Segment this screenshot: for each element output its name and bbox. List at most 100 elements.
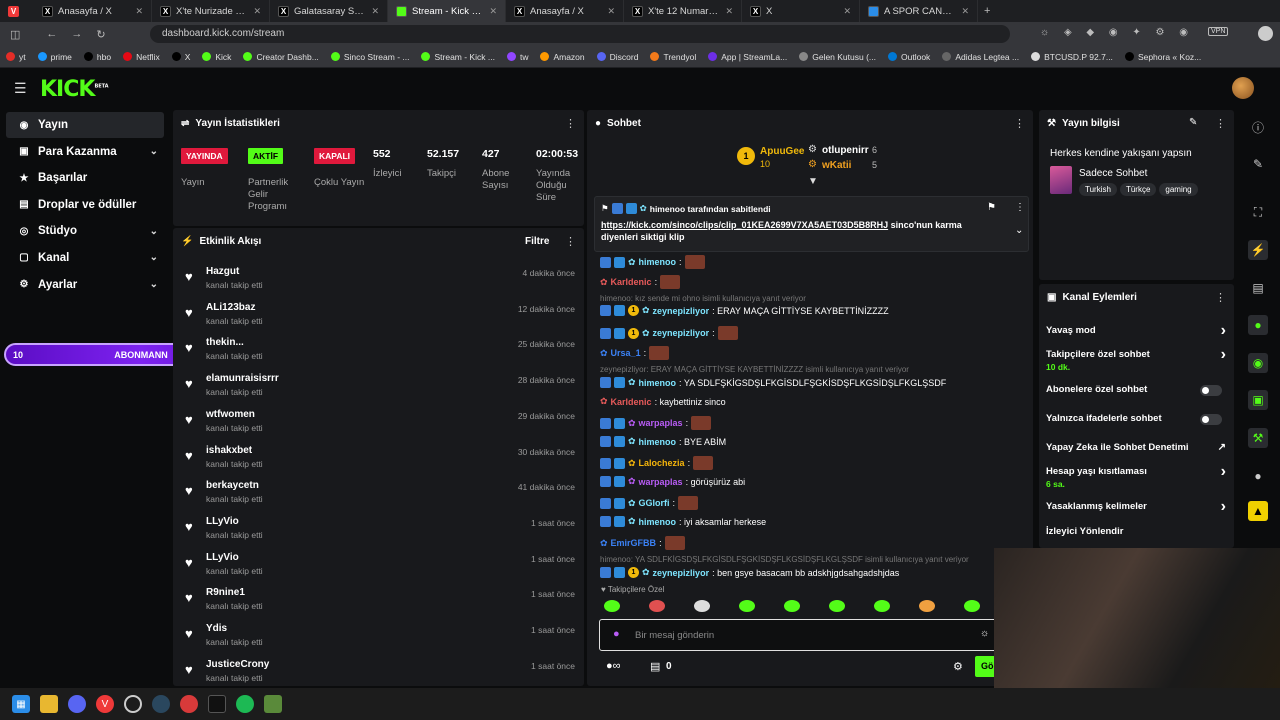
close-tab-icon[interactable]: ✕ (843, 6, 851, 17)
browser-tab[interactable]: X X ✕ (742, 0, 860, 22)
feed-item[interactable]: ♥ ishakxbet kanalı takip etti 30 dakika önc… (185, 445, 575, 475)
chat-username[interactable]: warpaplas (639, 418, 683, 428)
bookmark-item[interactable]: Amazon (540, 52, 585, 62)
bookmark-item[interactable]: Trendyol (650, 52, 696, 62)
hamburger-icon[interactable]: ☰ (14, 80, 27, 97)
bolt-icon[interactable]: ⚡ (1248, 240, 1268, 260)
extension-icons[interactable]: ☼ ◈ ◆ ◉ ✦ ⚙ ◉ (1040, 27, 1194, 38)
feed-username[interactable]: ishakxbet (206, 445, 252, 456)
bookmark-item[interactable]: Discord (596, 52, 638, 62)
close-tab-icon[interactable]: ✕ (253, 6, 261, 17)
emote-picker-icon[interactable]: ☼ (980, 628, 989, 639)
bookmark-item[interactable]: tw (506, 52, 528, 62)
quick-emote-icon[interactable] (649, 600, 665, 612)
bookmark-item[interactable]: Outlook (888, 52, 930, 62)
leaderboard-collapse-icon[interactable]: ▼ (808, 176, 818, 187)
browser-menu-button[interactable]: V (0, 0, 34, 22)
category-name[interactable]: Sadece Sohbet (1079, 168, 1147, 179)
chat-settings-icon[interactable]: ⚙ (953, 660, 963, 673)
quick-emote-icon[interactable] (829, 600, 845, 612)
layout-icon[interactable]: ▣ (1248, 390, 1268, 410)
quick-emote-icon[interactable] (784, 600, 800, 612)
app-red-icon[interactable] (180, 695, 198, 713)
sidebar-item[interactable]: ▣ Para Kazanma ⌄ (6, 139, 164, 165)
unpin-icon[interactable]: ⚑ (987, 202, 996, 213)
bookmark-item[interactable]: X (171, 52, 190, 62)
chat-username[interactable]: warpaplas (639, 477, 683, 487)
profile-icon[interactable] (1258, 26, 1273, 41)
kick-logo[interactable]: KICKBETA (40, 77, 109, 102)
chat-menu-icon[interactable]: ⋮ (1014, 117, 1025, 130)
chat-username[interactable]: Lalochezia (639, 458, 685, 468)
feed-username[interactable]: LLyVio (206, 516, 239, 527)
chat-rail-icon[interactable]: ● (1248, 315, 1268, 335)
reload-icon[interactable]: ↻ (96, 28, 105, 41)
sidebar-item[interactable]: ◎ Stüdyo ⌄ (6, 218, 164, 244)
browser-tab[interactable]: X Anasayfa / X ✕ (506, 0, 624, 22)
back-icon[interactable]: ← (46, 28, 57, 40)
quick-emote-icon[interactable] (739, 600, 755, 612)
bookmark-item[interactable]: App | StreamLa... (708, 52, 787, 62)
feed-username[interactable]: Hazgut (206, 266, 239, 277)
close-tab-icon[interactable]: ✕ (961, 6, 969, 17)
sidebar-item[interactable]: ▢ Kanal ⌄ (6, 245, 164, 271)
stream-tag[interactable]: Türkçe (1119, 183, 1157, 196)
info-icon[interactable]: ⓘ (1248, 118, 1268, 138)
steam-icon[interactable] (152, 695, 170, 713)
bookmark-item[interactable]: Gelen Kutusu (... (799, 52, 876, 62)
close-tab-icon[interactable]: ✕ (725, 6, 733, 17)
chat-username[interactable]: EmirGFBB (611, 538, 657, 548)
bookmark-item[interactable]: prime (37, 52, 72, 62)
feed-item[interactable]: ♥ ALi123baz kanalı takip etti 12 dakika önc… (185, 302, 575, 332)
channel-action-item[interactable]: Takipçilere özel sohbet 10 dk. › (1046, 346, 1226, 372)
feed-item[interactable]: ♥ thekin... kanalı takip etti 25 dakika önc… (185, 337, 575, 367)
feed-username[interactable]: wtfwomen (206, 409, 255, 420)
stream-tag[interactable]: Turkish (1079, 183, 1117, 196)
close-tab-icon[interactable]: ✕ (371, 6, 379, 17)
close-tab-icon[interactable]: ✕ (607, 6, 615, 17)
browser-tab[interactable]: X Anasayfa / X ✕ (34, 0, 152, 22)
sidebar-item[interactable]: ⚙ Ayarlar ⌄ (6, 272, 164, 298)
vpn-badge[interactable]: VPN (1208, 27, 1229, 36)
browser-tab[interactable]: Stream - Kick Dashboard ✕ (388, 0, 506, 22)
channel-action-item[interactable]: Hesap yaşı kısıtlaması 6 sa. › (1046, 463, 1226, 489)
feed-item[interactable]: ♥ LLyVio kanalı takip etti 1 saat önce (185, 516, 575, 546)
panel-icon[interactable]: ◫ (10, 28, 20, 41)
tiktok-icon[interactable] (208, 695, 226, 713)
chat-username[interactable]: himenoo (639, 257, 677, 267)
send-button[interactable]: Gö (975, 656, 995, 677)
vivaldi-taskbar-icon[interactable]: V (96, 695, 114, 713)
toggle-switch[interactable] (1200, 414, 1222, 425)
pinned-menu-icon[interactable]: ⋮ (1015, 202, 1025, 213)
bookmark-item[interactable]: hbo (83, 52, 111, 62)
feed-username[interactable]: JusticeCrony (206, 659, 269, 670)
bookmark-item[interactable]: Adidas Legtea ... (942, 52, 1019, 62)
url-field[interactable]: dashboard.kick.com/stream (150, 25, 1010, 43)
feed-item[interactable]: ♥ wtfwomen kanalı takip etti 29 dakika önce (185, 409, 575, 439)
feed-filter-button[interactable]: Filtre (525, 236, 549, 247)
bookmark-item[interactable]: Sephora « Koz... (1124, 52, 1201, 62)
quick-emote-icon[interactable] (604, 600, 620, 612)
feed-item[interactable]: ♥ JusticeCrony kanalı takip etti 1 saat önc… (185, 659, 575, 689)
leader1-name[interactable]: ApuuGee (760, 146, 804, 157)
channel-action-item[interactable]: Yavaş mod › (1046, 322, 1226, 339)
channel-action-item[interactable]: Yalnızca ifadelerle sohbet (1046, 413, 1226, 425)
feed-username[interactable]: R9nine1 (206, 587, 245, 598)
points-icon[interactable]: ●∞ (606, 660, 621, 672)
feed-username[interactable]: elamunraisisrrr (206, 373, 279, 384)
spotify-icon[interactable] (236, 695, 254, 713)
new-tab-icon[interactable]: + (984, 5, 990, 17)
feed-item[interactable]: ♥ R9nine1 kanalı takip etti 1 saat önce (185, 587, 575, 617)
browser-tab[interactable]: X X'te Nurizade Ziya 🎶: "Gal ✕ (152, 0, 270, 22)
chat-username[interactable]: zeynepizliyor (653, 568, 710, 578)
browser-tab[interactable]: X Galatasaray SK (@Galatasa ✕ (270, 0, 388, 22)
user-avatar[interactable] (1232, 77, 1254, 99)
chat-username[interactable]: himenoo (639, 517, 677, 527)
stats-menu-icon[interactable]: ⋮ (565, 117, 576, 130)
pencil-icon[interactable]: ✎ (1248, 154, 1268, 174)
feed-item[interactable]: ♥ elamunraisisrrr kanalı takip etti 28 daki… (185, 373, 575, 403)
quick-emote-icon[interactable] (964, 600, 980, 612)
leader3-name[interactable]: wKatii (822, 160, 851, 171)
feed-username[interactable]: thekin... (206, 337, 244, 348)
feed-item[interactable]: ♥ LLyVio kanalı takip etti 1 saat önce (185, 552, 575, 582)
